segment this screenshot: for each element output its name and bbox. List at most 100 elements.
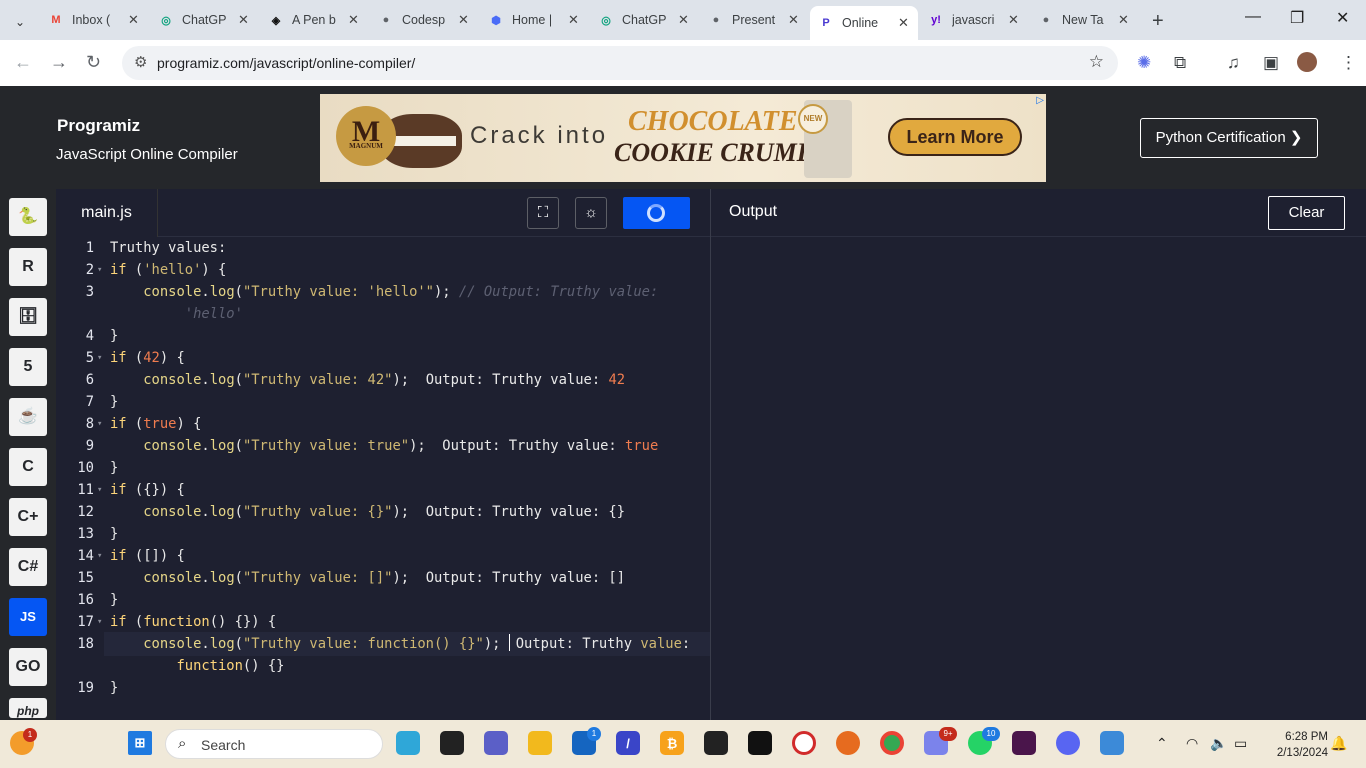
close-tab-icon[interactable]: ✕ [348, 12, 359, 28]
code-line[interactable]: 17 ▾ if (function() {}) { [56, 611, 710, 633]
code-line[interactable]: 5 ▾ if (42) { [56, 347, 710, 369]
code-line[interactable]: 14 ▾ if ([]) { [56, 545, 710, 567]
close-tab-icon[interactable]: ✕ [238, 12, 249, 28]
chat-icon[interactable] [484, 731, 508, 755]
pane-divider[interactable] [710, 189, 711, 720]
run-button[interactable] [623, 197, 690, 229]
close-window-button[interactable]: ✕ [1336, 8, 1349, 28]
figma-icon[interactable] [704, 731, 728, 755]
browser-tab-7[interactable]: ● Present ✕ [700, 6, 808, 34]
profile-avatar[interactable] [1297, 52, 1317, 72]
code-line[interactable]: 4} [56, 325, 710, 347]
discord-icon[interactable] [1056, 731, 1080, 755]
r-language-icon[interactable]: R [9, 248, 47, 286]
csharp-icon[interactable]: C# [9, 548, 47, 586]
firefox-icon[interactable] [836, 731, 860, 755]
bookmark-star-icon[interactable]: ☆ [1089, 52, 1104, 72]
python-icon[interactable]: 🐍 [9, 198, 47, 236]
extension-icon[interactable]: ✺ [1137, 53, 1151, 73]
reload-button[interactable]: ↻ [86, 52, 101, 73]
menu-kebab-icon[interactable]: ⋮ [1340, 53, 1357, 73]
close-tab-icon[interactable]: ✕ [568, 12, 579, 28]
fold-arrow-icon[interactable]: ▾ [97, 259, 102, 281]
opera-icon[interactable] [792, 731, 816, 755]
copilot-icon[interactable] [396, 731, 420, 755]
battery-icon[interactable]: ▭ [1234, 735, 1247, 752]
browser-tab-9[interactable]: y! javascri ✕ [920, 6, 1028, 34]
file-tab-main-js[interactable]: main.js [56, 189, 158, 237]
ad-learn-more-button[interactable]: Learn More [888, 118, 1022, 156]
close-tab-icon[interactable]: ✕ [1008, 12, 1019, 28]
notification-bell-icon[interactable]: 🔔 [1330, 735, 1347, 752]
close-tab-icon[interactable]: ✕ [458, 12, 469, 28]
chrome-icon[interactable] [880, 731, 904, 755]
browser-tab-3[interactable]: ◈ A Pen b ✕ [260, 6, 368, 34]
bitcoin-icon[interactable]: ₿ [660, 731, 684, 755]
task-view-icon[interactable] [440, 731, 464, 755]
code-line[interactable]: 13} [56, 523, 710, 545]
site-info-icon[interactable]: ⚙ [134, 53, 147, 71]
browser-tab-8[interactable]: P Online ✕ [810, 6, 918, 40]
browser-tab-4[interactable]: ● Codesp ✕ [370, 6, 478, 34]
cpp-icon[interactable]: C+ [9, 498, 47, 536]
url-text[interactable]: programiz.com/javascript/online-compiler… [157, 55, 415, 71]
code-line[interactable]: 'hello' [56, 303, 710, 325]
volume-icon[interactable]: 🔈 [1210, 735, 1227, 752]
close-tab-icon[interactable]: ✕ [128, 12, 139, 28]
code-line[interactable]: 18 console.log("Truthy value: function()… [56, 633, 710, 655]
code-line[interactable]: 7} [56, 391, 710, 413]
back-button[interactable]: ← [14, 52, 32, 73]
vscode-like-icon[interactable]: / [616, 731, 640, 755]
output-console[interactable] [716, 240, 1361, 718]
fold-arrow-icon[interactable]: ▾ [97, 347, 102, 369]
github-icon[interactable] [748, 731, 772, 755]
javascript-icon[interactable]: JS [9, 598, 47, 636]
close-tab-icon[interactable]: ✕ [1118, 12, 1129, 28]
fold-arrow-icon[interactable]: ▾ [97, 545, 102, 567]
fold-arrow-icon[interactable]: ▾ [97, 479, 102, 501]
programiz-logo[interactable]: Programiz [57, 116, 140, 136]
system-clock[interactable]: 6:28 PM 2/13/2024 [1262, 729, 1328, 761]
code-line[interactable]: function() {} [56, 655, 710, 677]
browser-tab-5[interactable]: ⬢ Home | ✕ [480, 6, 588, 34]
advertisement-banner[interactable]: M MAGNUM Crack into CHOCOLATE COOKIE CRUM… [320, 94, 1046, 182]
minimize-button[interactable]: — [1245, 8, 1261, 26]
html-icon[interactable]: 5 [9, 348, 47, 386]
close-tab-icon[interactable]: ✕ [788, 12, 799, 28]
show-hidden-icons[interactable]: ⌃ [1156, 735, 1168, 752]
browser-tab-1[interactable]: M Inbox (✕ [40, 6, 148, 34]
php-icon[interactable]: php [9, 698, 47, 718]
fold-arrow-icon[interactable]: ▾ [97, 413, 102, 435]
code-line[interactable]: 2 ▾ if ('hello') { [56, 259, 710, 281]
media-icon[interactable]: ♫ [1227, 53, 1240, 73]
code-line[interactable]: 12 console.log("Truthy value: {}"); Outp… [56, 501, 710, 523]
code-line[interactable]: 6 console.log("Truthy value: 42"); Outpu… [56, 369, 710, 391]
slack-icon[interactable] [1012, 731, 1036, 755]
taskbar-search[interactable]: ⌕ Search [165, 729, 383, 759]
code-line[interactable]: 16} [56, 589, 710, 611]
puzzle-icon[interactable]: ⧉ [1174, 53, 1186, 73]
code-line[interactable]: 1 Truthy values: [56, 237, 710, 259]
browser-tab-6[interactable]: ◎ ChatGP ✕ [590, 6, 698, 34]
code-line[interactable]: 3 console.log("Truthy value: 'hello'"); … [56, 281, 710, 303]
code-line[interactable]: 9 console.log("Truthy value: true"); Out… [56, 435, 710, 457]
forward-button[interactable]: → [50, 52, 68, 73]
close-tab-icon[interactable]: ✕ [898, 15, 909, 31]
notepad-icon[interactable] [1100, 731, 1124, 755]
java-icon[interactable]: ☕ [9, 398, 47, 436]
c-icon[interactable]: C [9, 448, 47, 486]
browser-tab-2[interactable]: ◎ ChatGP ✕ [150, 6, 258, 34]
code-line[interactable]: 19} [56, 677, 710, 699]
fullscreen-icon[interactable]: ⛶ [527, 197, 559, 229]
code-line[interactable]: 15 console.log("Truthy value: []"); Outp… [56, 567, 710, 589]
fold-arrow-icon[interactable]: ▾ [97, 611, 102, 633]
adchoices-icon[interactable]: ▷ [1036, 95, 1044, 106]
sql-icon[interactable]: 🗄 [9, 298, 47, 336]
close-tab-icon[interactable]: ✕ [678, 12, 689, 28]
tab-list-button[interactable]: ⌄ [4, 8, 36, 36]
omnibox[interactable]: ⚙ programiz.com/javascript/online-compil… [122, 46, 1118, 80]
clear-button[interactable]: Clear [1268, 196, 1345, 230]
wifi-icon[interactable]: ◠ [1186, 735, 1198, 752]
maximize-button[interactable]: ❐ [1290, 8, 1304, 28]
side-panel-icon[interactable]: ▣ [1263, 53, 1279, 73]
